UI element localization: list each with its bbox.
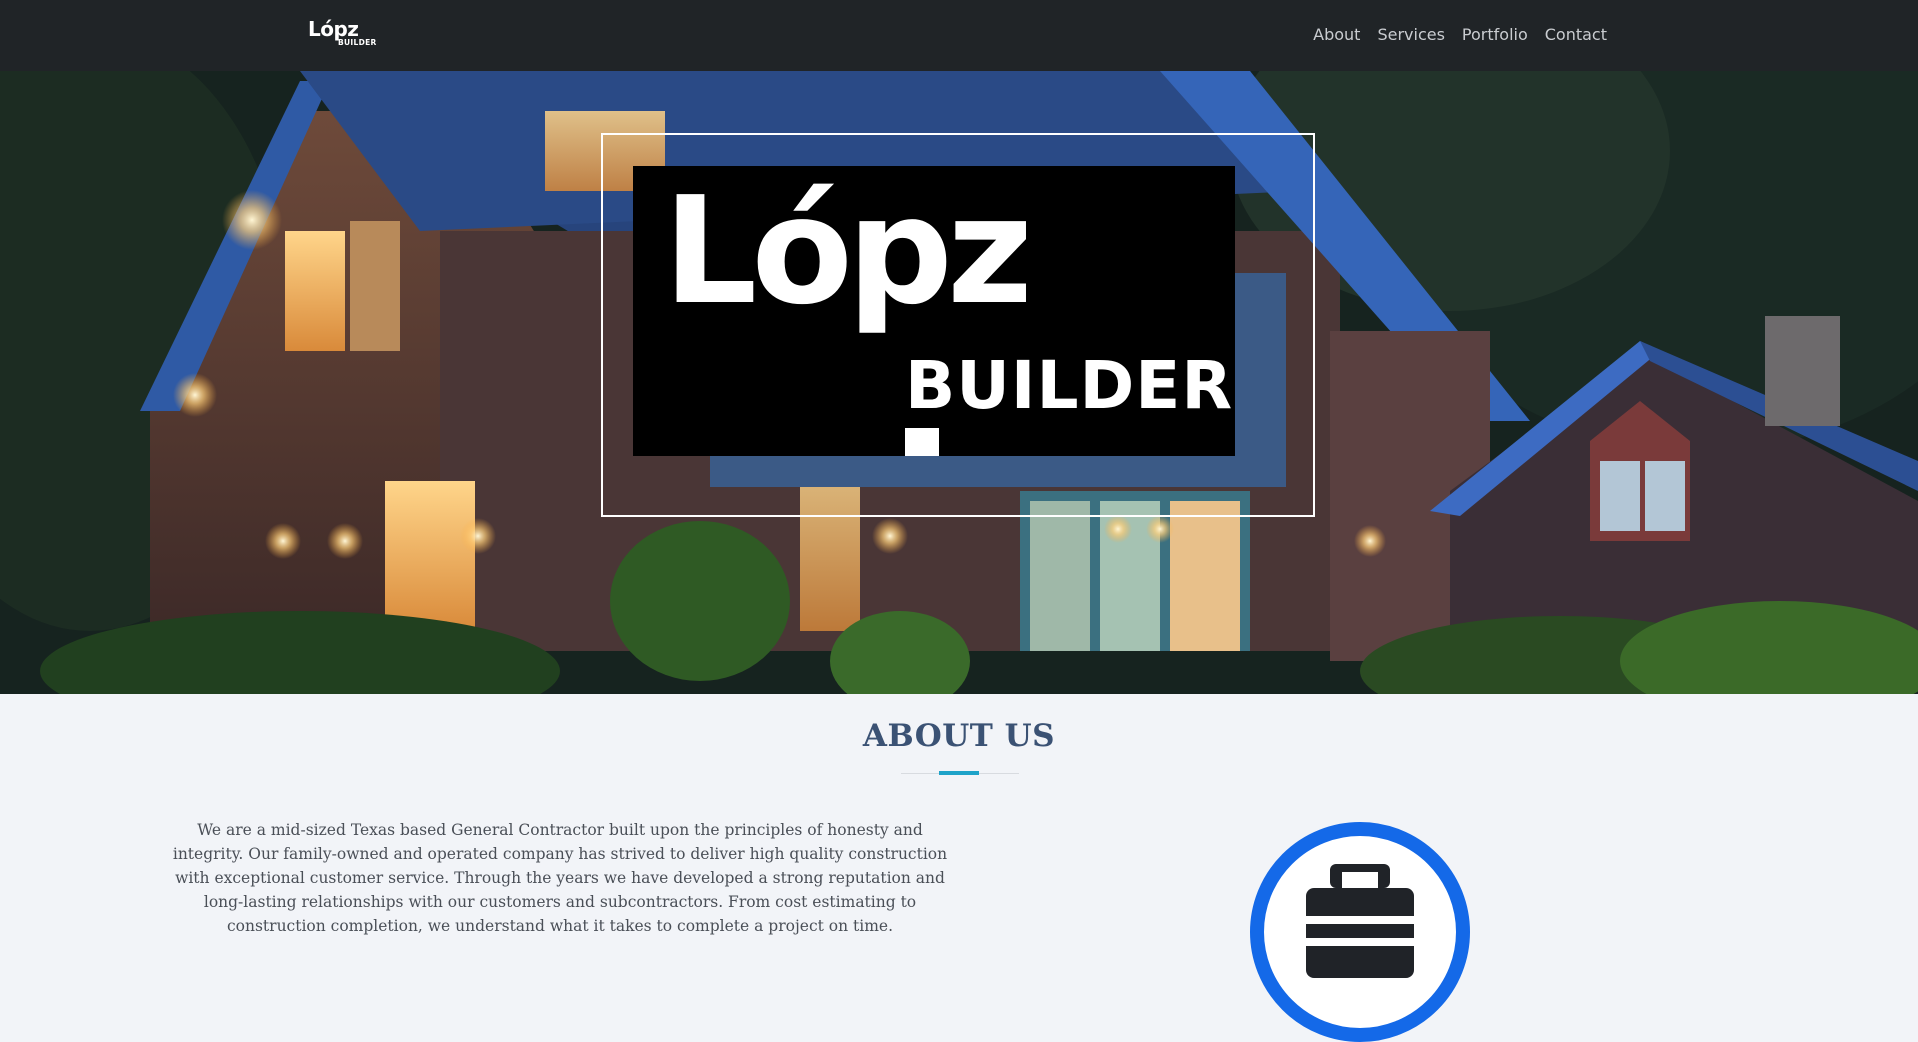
about-title: ABOUT US	[862, 718, 1056, 754]
nav-link-services[interactable]: Services	[1377, 22, 1444, 48]
brand-logo[interactable]: Lópz BUILDER	[308, 18, 378, 52]
hero-logo-sub: BUILDER	[905, 347, 1234, 424]
nav-link-about[interactable]: About	[1313, 22, 1360, 48]
hero-logo-bar	[905, 428, 939, 456]
nav-link-contact[interactable]: Contact	[1545, 22, 1607, 48]
about-badge	[1250, 822, 1470, 1042]
hero-logo: Lópz BUILDER	[633, 165, 1235, 456]
nav-link-portfolio[interactable]: Portfolio	[1462, 22, 1528, 48]
toolbox-icon	[1306, 864, 1414, 978]
hero-banner: Lópz BUILDER	[0, 71, 1918, 694]
hero-logo-name: Lópz	[663, 165, 1033, 337]
navbar: Lópz BUILDER About Services Portfolio Co…	[0, 0, 1918, 71]
about-divider-accent	[939, 771, 979, 775]
brand-name: Lópz	[308, 17, 359, 41]
brand-sub: BUILDER	[338, 38, 377, 47]
about-text: We are a mid-sized Texas based General C…	[172, 821, 948, 935]
nav-links: About Services Portfolio Contact	[1313, 22, 1607, 48]
